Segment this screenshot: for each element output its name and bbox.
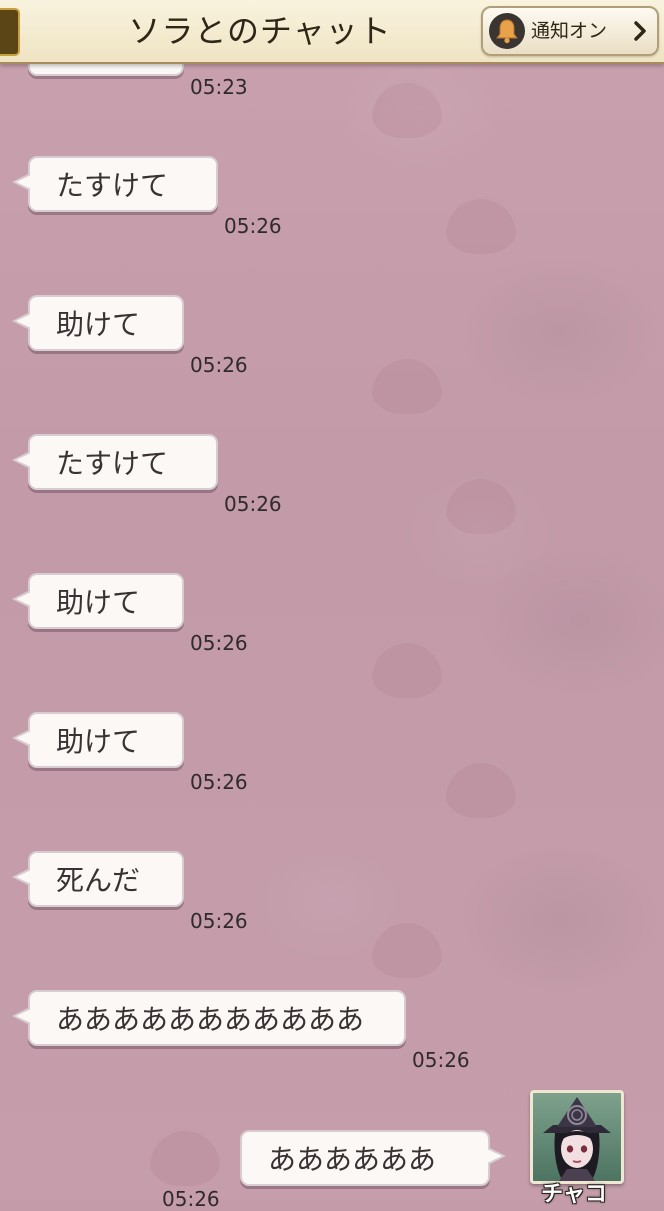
message-bubble: あああああああああああ	[12, 990, 406, 1046]
message-time: 05:23	[190, 75, 248, 99]
message-bubble: 助けて	[12, 295, 184, 351]
message-bubble: 助けて	[12, 573, 184, 629]
message-time: 05:26	[190, 631, 248, 655]
message-bubble: たすけて	[12, 434, 218, 490]
message-time: 05:26	[190, 909, 248, 933]
chevron-right-icon	[634, 21, 646, 41]
chat-header: ソラとのチャット 通知オン	[0, 0, 664, 64]
message-time: 05:26	[224, 492, 282, 516]
witch-avatar-icon[interactable]	[530, 1090, 624, 1184]
notify-label: 通知オン	[531, 20, 608, 42]
page-title: ソラとのチャット	[128, 12, 392, 50]
notification-toggle-button[interactable]: 通知オン	[481, 6, 659, 56]
sender-name: チャコ	[541, 1182, 607, 1207]
message-bubble: 助けて	[12, 712, 184, 768]
message-bubble: 死んだ	[12, 851, 184, 907]
message-bubble: たすけて	[12, 156, 218, 212]
message-time: 05:26	[412, 1048, 470, 1072]
message-time: 05:26	[162, 1187, 220, 1211]
message-time: 05:26	[190, 770, 248, 794]
message-bubble-own: ああああああ	[240, 1130, 506, 1186]
message-time: 05:26	[224, 214, 282, 238]
bell-icon	[489, 13, 525, 49]
message-time: 05:26	[190, 353, 248, 377]
